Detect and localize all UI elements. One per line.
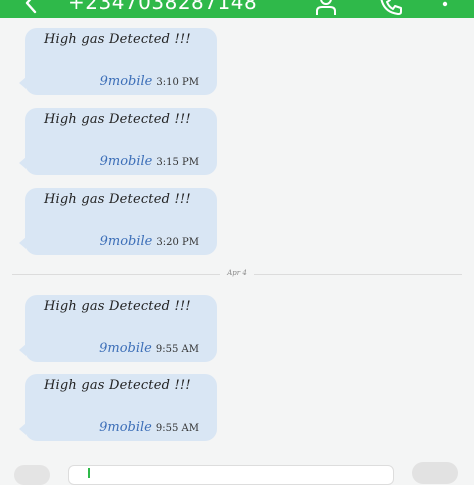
sim-carrier-label: 9mobile [99,154,153,169]
back-icon [25,0,37,14]
message-meta: 9mobile 3:20 PM [100,234,199,249]
message-meta: 9mobile 9:55 AM [99,341,199,356]
message-text: High gas Detected !!! [44,299,191,314]
contact-phone-number: +2347038287148 [68,0,258,14]
message-text: High gas Detected !!! [44,112,191,127]
date-divider: Apr 4 [0,269,474,281]
contact-button[interactable] [313,0,339,16]
message-time: 3:20 PM [156,237,199,248]
attach-button[interactable] [14,465,50,485]
sim-carrier-label: 9mobile [99,74,153,89]
message-bubble[interactable]: High gas Detected !!! 9mobile 3:10 PM [19,28,217,95]
phone-icon [380,0,402,15]
call-button[interactable] [378,0,404,16]
message-text: High gas Detected !!! [44,378,191,393]
message-time: 3:15 PM [156,157,199,168]
back-button[interactable] [20,0,42,14]
message-text: High gas Detected !!! [44,192,191,207]
message-bubble[interactable]: High gas Detected !!! 9mobile 9:55 AM [19,295,217,362]
sim-carrier-label: 9mobile [99,420,152,435]
contact-icon [316,0,336,15]
message-meta: 9mobile 9:55 AM [99,420,199,435]
sim-carrier-label: 9mobile [99,341,152,356]
send-button[interactable] [412,462,458,484]
message-time: 9:55 AM [155,423,199,434]
message-time: 9:55 AM [155,344,199,355]
message-bubble[interactable]: High gas Detected !!! 9mobile 3:20 PM [19,188,217,255]
sim-carrier-label: 9mobile [99,234,153,249]
divider-line [254,274,462,275]
message-meta: 9mobile 3:15 PM [100,154,199,169]
text-cursor [88,468,90,478]
message-bubble[interactable]: High gas Detected !!! 9mobile 3:15 PM [19,108,217,175]
more-icon [442,1,448,7]
conversation-header: +2347038287148 [0,0,474,18]
more-options-button[interactable] [432,0,458,16]
message-bubble[interactable]: High gas Detected !!! 9mobile 9:55 AM [19,374,217,441]
message-meta: 9mobile 3:10 PM [100,74,199,89]
message-time: 3:10 PM [156,77,199,88]
date-label: Apr 4 [227,269,247,277]
message-text: High gas Detected !!! [44,32,191,47]
compose-bar [0,461,474,485]
divider-line [12,274,220,275]
message-input[interactable] [68,465,394,485]
